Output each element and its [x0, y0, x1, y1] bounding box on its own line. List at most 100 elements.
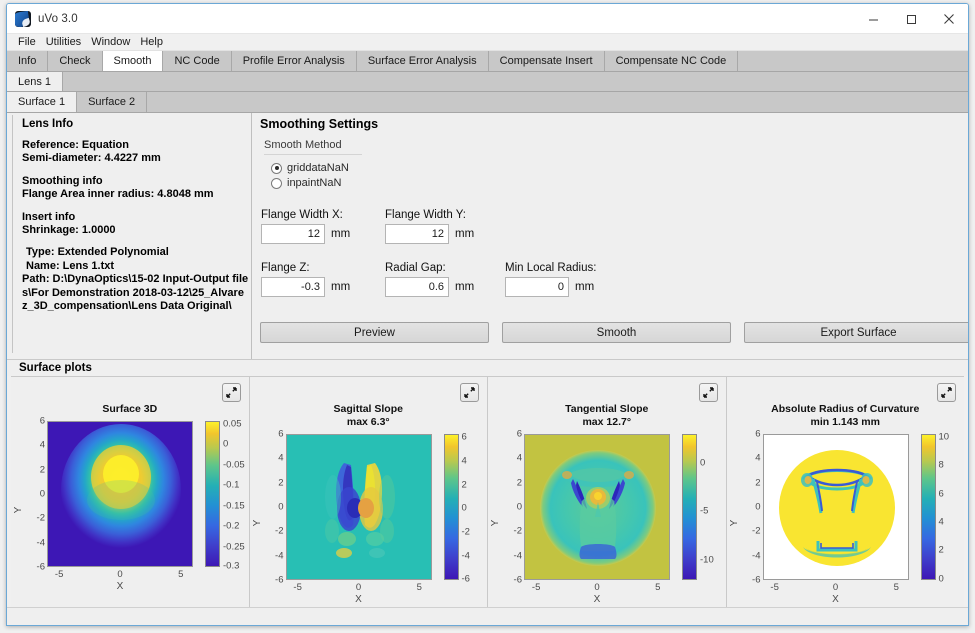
plot-4-canvas[interactable] — [763, 434, 909, 580]
tab-compensate-insert[interactable]: Compensate Insert — [489, 51, 605, 71]
plot-3-ytick: -6 — [504, 575, 522, 586]
plot-3-cbtick: -5 — [700, 506, 708, 517]
plot-1-ytick: 2 — [27, 464, 45, 475]
radio-inpaintnan[interactable]: inpaintNaN — [271, 177, 969, 189]
tab-nc-code[interactable]: NC Code — [163, 51, 231, 71]
tab-compensate-nc-code[interactable]: Compensate NC Code — [605, 51, 739, 71]
plot-1-cbtick: -0.2 — [223, 521, 239, 532]
min-local-radius-input[interactable] — [505, 277, 569, 297]
lens-info-panel: Lens Info Reference: Equation Semi-diame… — [12, 115, 249, 353]
preview-button[interactable]: Preview — [260, 322, 489, 343]
plot-2-xtick: 0 — [356, 582, 361, 593]
plot-1-xtick: -5 — [55, 569, 63, 580]
expand-icon[interactable] — [699, 383, 718, 402]
flange-width-x-input[interactable] — [261, 224, 325, 244]
plot-1-ytick: 4 — [27, 440, 45, 451]
plot-surface-3d: Surface 3D Y 6 4 2 0 -2 -4 -6 — [11, 377, 250, 616]
minimize-button[interactable] — [854, 4, 892, 34]
field-flange-width-y: Flange Width Y: mm — [385, 209, 474, 244]
surface-plots-container: Surface 3D Y 6 4 2 0 -2 -4 -6 — [11, 376, 964, 616]
radial-gap-input[interactable] — [385, 277, 449, 297]
status-bar — [7, 607, 968, 625]
plot-4-xlabel: X — [763, 594, 909, 605]
plot-4-ytick: 6 — [743, 429, 761, 440]
maximize-button[interactable] — [892, 4, 930, 34]
plot-1-title: Surface 3D — [11, 377, 249, 416]
plot-4-yticks: 6 4 2 0 -2 -4 -6 — [739, 434, 761, 580]
plot-4-subtitle: min 1.143 mm — [727, 416, 965, 429]
plot-2-ytick: 4 — [266, 453, 284, 464]
plot-3-cbtick: 0 — [700, 458, 705, 469]
field-flange-z: Flange Z: mm — [261, 262, 350, 297]
field-radial-gap-label: Radial Gap: — [385, 262, 474, 274]
window-title: uVo 3.0 — [38, 13, 78, 25]
tab-surface-error-analysis[interactable]: Surface Error Analysis — [357, 51, 489, 71]
lens-info-title: Lens Info — [13, 115, 249, 130]
field-flange-z-label: Flange Z: — [261, 262, 350, 274]
content-divider — [251, 113, 252, 359]
plot-1-xtick: 5 — [178, 569, 183, 580]
plot-2-xlabel: X — [286, 594, 432, 605]
lens-tab-strip: Lens 1 — [7, 72, 968, 92]
plot-4-cbtick: 2 — [939, 545, 944, 556]
window-controls — [854, 4, 968, 34]
plot-2-ytick: 0 — [266, 502, 284, 513]
export-surface-button[interactable]: Export Surface — [744, 322, 969, 343]
plot-1-cbtick: 0 — [223, 439, 228, 450]
app-logo-icon — [15, 11, 31, 27]
flange-z-unit: mm — [331, 281, 350, 293]
title-bar: uVo 3.0 — [7, 4, 968, 34]
expand-icon[interactable] — [460, 383, 479, 402]
field-row-2: Flange Z: mm Radial Gap: mm — [259, 262, 969, 315]
radio-griddatanan-icon[interactable] — [271, 163, 282, 174]
tab-check[interactable]: Check — [48, 51, 102, 71]
lens-info-type: Type: Extended Polynomial — [22, 246, 249, 259]
main-tab-filler — [738, 51, 968, 71]
plot-1-canvas[interactable] — [47, 421, 193, 567]
plot-3-xlabel: X — [524, 594, 670, 605]
lens-info-path: Path: D:\DynaOptics\15-02 Input-Output f… — [22, 273, 249, 313]
plot-1-axes: Y 6 4 2 0 -2 -4 -6 — [11, 421, 249, 599]
plot-3-cbtick: -10 — [700, 554, 714, 565]
plot-2-title: Sagittal Slope — [250, 377, 488, 416]
menu-bar: File Utilities Window Help — [7, 34, 968, 51]
lens-info-name: Name: Lens 1.txt — [22, 260, 249, 273]
plot-3-ytick: 2 — [504, 477, 522, 488]
app-root: uVo 3.0 File Utilities Window Help In — [0, 0, 975, 633]
field-flange-width-x: Flange Width X: mm — [261, 209, 350, 244]
tab-smooth[interactable]: Smooth — [103, 51, 164, 71]
plot-1-cbtick: -0.25 — [223, 541, 245, 552]
plot-1-cbtick: -0.3 — [223, 560, 239, 571]
menu-window[interactable]: Window — [86, 35, 135, 49]
radio-griddatanan[interactable]: griddataNaN — [271, 162, 969, 174]
plot-3-canvas[interactable] — [524, 434, 670, 580]
tab-surface-1[interactable]: Surface 1 — [7, 92, 77, 112]
plot-4-colorbar-ticks: 10 8 6 4 2 0 — [939, 434, 970, 580]
expand-icon[interactable] — [937, 383, 956, 402]
plot-2-cbtick: -4 — [462, 550, 470, 561]
flange-width-y-input[interactable] — [385, 224, 449, 244]
tab-lens-1[interactable]: Lens 1 — [7, 72, 63, 91]
plot-2-ytick: -6 — [266, 575, 284, 586]
tab-surface-2[interactable]: Surface 2 — [77, 92, 147, 112]
plot-2-cbtick: -2 — [462, 527, 470, 538]
smooth-button[interactable]: Smooth — [502, 322, 731, 343]
tab-profile-error-analysis[interactable]: Profile Error Analysis — [232, 51, 357, 71]
field-flange-width-y-label: Flange Width Y: — [385, 209, 474, 221]
menu-file[interactable]: File — [13, 35, 41, 49]
plot-2-canvas[interactable] — [286, 434, 432, 580]
plot-3-axes: Y 6 4 2 0 -2 -4 -6 — [488, 434, 726, 612]
flange-z-input[interactable] — [261, 277, 325, 297]
expand-icon[interactable] — [222, 383, 241, 402]
plot-4-cbtick: 0 — [939, 573, 944, 584]
plot-4-ytick: 0 — [743, 502, 761, 513]
radio-griddatanan-label: griddataNaN — [287, 162, 349, 174]
menu-utilities[interactable]: Utilities — [41, 35, 86, 49]
menu-help[interactable]: Help — [135, 35, 168, 49]
plot-absolute-radius-of-curvature: Absolute Radius of Curvature min 1.143 m… — [727, 377, 965, 616]
radio-inpaintnan-icon[interactable] — [271, 178, 282, 189]
tab-info[interactable]: Info — [7, 51, 48, 71]
lens-tab-filler — [63, 72, 968, 91]
smooth-method-label: Smooth Method — [264, 139, 362, 155]
close-button[interactable] — [930, 4, 968, 34]
